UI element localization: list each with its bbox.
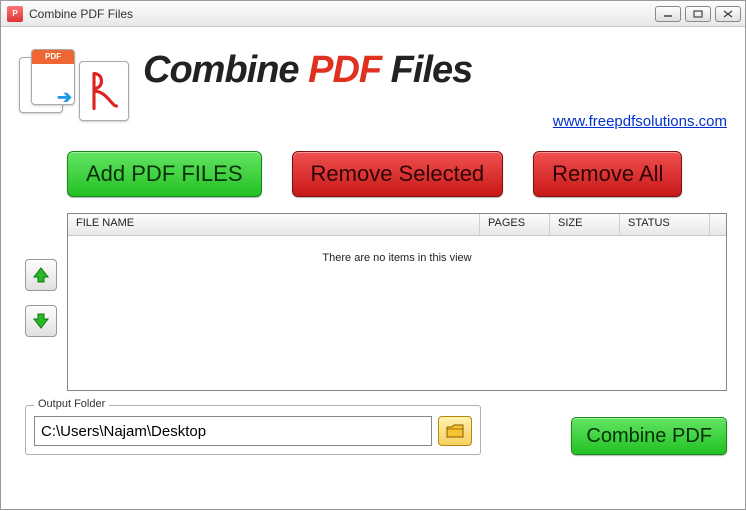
add-pdf-button[interactable]: Add PDF FILES <box>67 151 262 197</box>
website-link[interactable]: www.freepdfsolutions.com <box>553 113 727 130</box>
file-list[interactable]: FILE NAME PAGES SIZE STATUS There are no… <box>67 213 727 391</box>
app-icon: P <box>7 6 23 22</box>
titlebar: P Combine PDF Files <box>1 1 745 27</box>
output-folder-group: Output Folder <box>25 405 481 455</box>
remove-all-button[interactable]: Remove All <box>533 151 682 197</box>
remove-selected-button[interactable]: Remove Selected <box>292 151 504 197</box>
maximize-button[interactable] <box>685 6 711 22</box>
title-post: Files <box>381 49 472 91</box>
app-title: Combine PDF Files <box>143 49 727 92</box>
list-header: FILE NAME PAGES SIZE STATUS <box>68 214 726 236</box>
close-button[interactable] <box>715 6 741 22</box>
col-size[interactable]: SIZE <box>550 214 620 235</box>
folder-icon <box>446 424 464 438</box>
output-folder-input[interactable] <box>34 416 432 446</box>
output-folder-label: Output Folder <box>34 398 109 410</box>
col-pages[interactable]: PAGES <box>480 214 550 235</box>
minimize-button[interactable] <box>655 6 681 22</box>
title-pre: Combine <box>143 49 308 91</box>
title-accent: PDF <box>308 49 381 91</box>
move-down-button[interactable] <box>25 305 57 337</box>
col-status[interactable]: STATUS <box>620 214 710 235</box>
combine-pdf-button[interactable]: Combine PDF <box>571 417 727 455</box>
col-spacer <box>710 214 726 235</box>
window-title: Combine PDF Files <box>29 7 655 21</box>
browse-button[interactable] <box>438 416 472 446</box>
arrow-up-icon <box>32 266 50 284</box>
arrow-down-icon <box>32 312 50 330</box>
move-up-button[interactable] <box>25 259 57 291</box>
col-file-name[interactable]: FILE NAME <box>68 214 480 235</box>
empty-list-message: There are no items in this view <box>68 236 726 264</box>
app-logo: ➔ <box>19 43 133 129</box>
